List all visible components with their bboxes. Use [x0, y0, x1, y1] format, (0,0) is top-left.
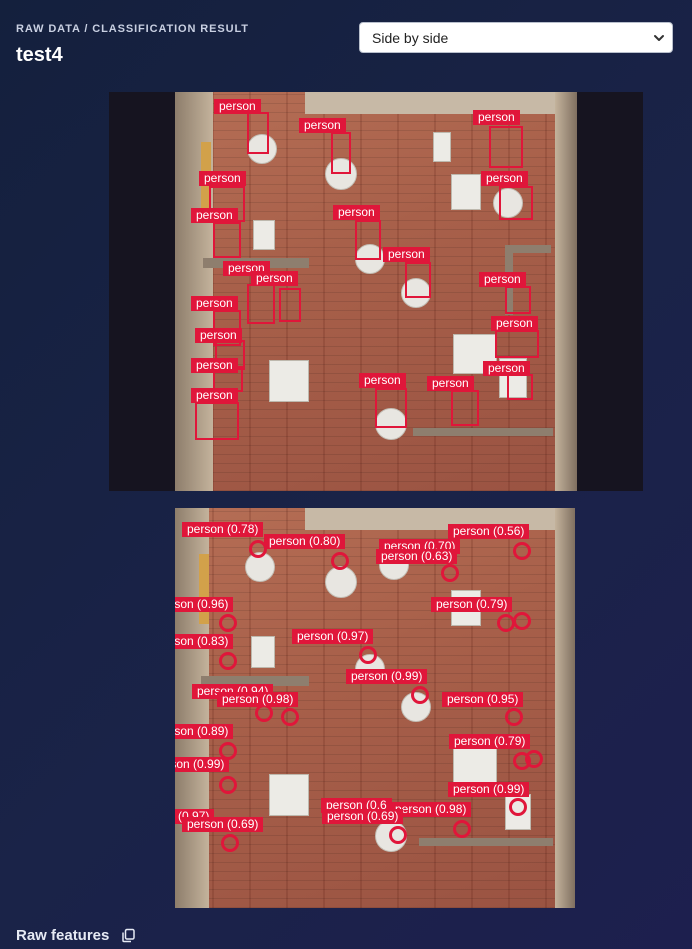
detection-box [355, 220, 381, 260]
detection-label: person [473, 110, 520, 125]
raw-image-panel: person person person person person perso… [109, 92, 643, 491]
detection-label: person (0.79) [449, 734, 531, 749]
detection-label: person (0.79) [431, 597, 513, 612]
detection-marker [411, 686, 429, 704]
detection-marker [219, 776, 237, 794]
detection-label: person (0.99) [175, 757, 230, 772]
detection-label: person [427, 376, 474, 391]
detection-box [195, 402, 239, 440]
detection-marker [509, 798, 527, 816]
detection-marker [219, 614, 237, 632]
detection-box [247, 284, 275, 324]
detection-box [495, 330, 539, 358]
detection-label: person (0.56) [448, 524, 530, 539]
detection-label: person (0.63) [376, 549, 458, 564]
detection-marker [513, 612, 531, 630]
detection-box [451, 390, 479, 426]
detection-marker [221, 834, 239, 852]
detection-label: person (0.78) [182, 522, 264, 537]
raw-features-heading: Raw features [16, 927, 110, 944]
detection-box [405, 262, 431, 298]
detection-label: person [299, 118, 346, 133]
view-mode-value: Side by side [372, 29, 449, 46]
detection-marker [441, 564, 459, 582]
detection-box [375, 388, 407, 428]
detection-label: person (0.97) [292, 629, 374, 644]
detection-label: person (0.69) [182, 817, 264, 832]
detection-marker [219, 652, 237, 670]
detection-marker [331, 552, 349, 570]
detection-box [331, 132, 351, 174]
detection-label: person (0.80) [264, 534, 346, 549]
detection-label: person [491, 316, 538, 331]
detection-label: person [383, 247, 430, 262]
view-mode-select[interactable]: Side by side [359, 22, 673, 53]
detection-label: person [214, 99, 261, 114]
detection-box [247, 112, 269, 154]
detection-label: person [191, 388, 238, 403]
page-title: test4 [16, 44, 63, 66]
detection-box [279, 288, 301, 322]
detection-marker [525, 750, 543, 768]
detection-marker [389, 826, 407, 844]
detection-marker [513, 542, 531, 560]
detection-box [213, 222, 241, 258]
detection-marker [505, 708, 523, 726]
detection-label: person [481, 171, 528, 186]
detection-label: person [333, 205, 380, 220]
detection-label: person [191, 358, 238, 373]
detection-label: person [195, 328, 242, 343]
copy-icon[interactable] [121, 928, 136, 943]
detection-label: person (0.83) [175, 634, 234, 649]
detection-marker [453, 820, 471, 838]
detection-label: person (0.99) [346, 669, 428, 684]
detection-label: person [191, 208, 238, 223]
detection-label: person (0.98) [217, 692, 299, 707]
detection-box [505, 286, 531, 314]
detection-box [507, 374, 533, 400]
detection-label: person [199, 171, 246, 186]
detection-label: person [483, 361, 530, 376]
detection-label: person [479, 272, 526, 287]
detection-label: person [191, 296, 238, 311]
detection-box [489, 126, 523, 168]
page-eyebrow: RAW DATA / CLASSIFICATION RESULT [16, 23, 249, 35]
detection-label: person (0.89) [175, 724, 234, 739]
detection-label: person [251, 271, 298, 286]
detection-label: person (0.99) [448, 782, 530, 797]
chevron-down-icon [654, 35, 664, 41]
detection-box [499, 186, 533, 220]
classification-image-panel: person (0.78) person (0.80) person (0.70… [175, 508, 575, 908]
detection-label: person (0.96) [175, 597, 234, 612]
detection-marker [281, 708, 299, 726]
detection-label: person [359, 373, 406, 388]
detection-label: person (0.95) [442, 692, 524, 707]
detection-marker [359, 646, 377, 664]
detection-label: person (0.69) [322, 809, 404, 824]
